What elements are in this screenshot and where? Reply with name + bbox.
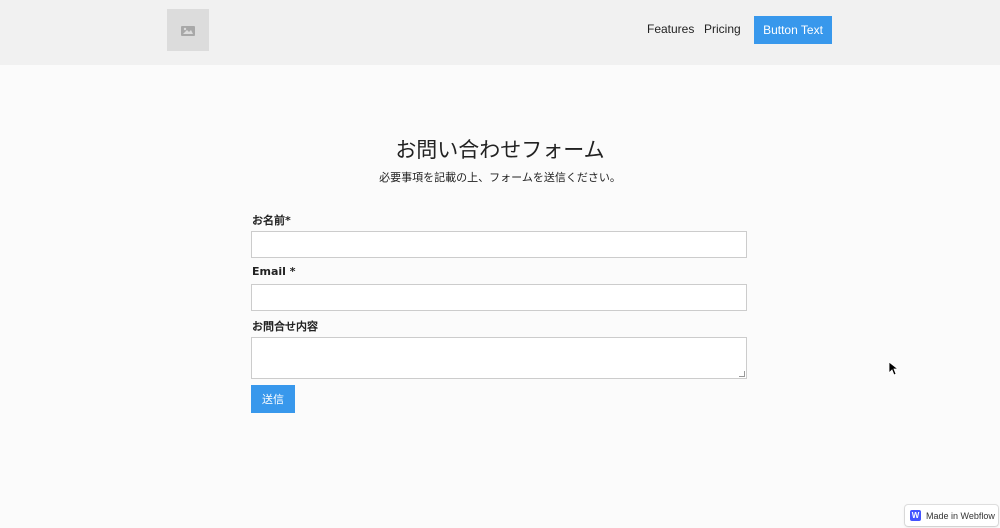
page-title: お問い合わせフォーム: [395, 138, 605, 162]
badge-text: Made in Webflow: [926, 510, 995, 521]
name-label: お名前*: [252, 214, 291, 227]
logo[interactable]: [167, 9, 209, 51]
page-subtitle: 必要事項を記載の上、フォームを送信ください。: [379, 171, 621, 184]
message-textarea[interactable]: [251, 337, 747, 379]
mouse-cursor-icon: [888, 361, 900, 380]
message-label: お問合せ内容: [252, 320, 318, 333]
resize-handle-icon[interactable]: [739, 371, 745, 377]
email-label: Email *: [252, 265, 296, 278]
navbar: Features Pricing Button Text: [0, 0, 1000, 65]
image-placeholder-icon: [181, 21, 195, 40]
email-field[interactable]: [251, 284, 747, 311]
name-field[interactable]: [251, 231, 747, 258]
webflow-logo-icon: W: [910, 510, 921, 521]
nav-link-pricing[interactable]: Pricing: [704, 22, 741, 36]
nav-link-features[interactable]: Features: [647, 22, 694, 36]
made-in-webflow-badge[interactable]: W Made in Webflow: [905, 505, 998, 526]
nav-cta-button[interactable]: Button Text: [754, 16, 832, 44]
submit-button[interactable]: 送信: [251, 385, 295, 413]
